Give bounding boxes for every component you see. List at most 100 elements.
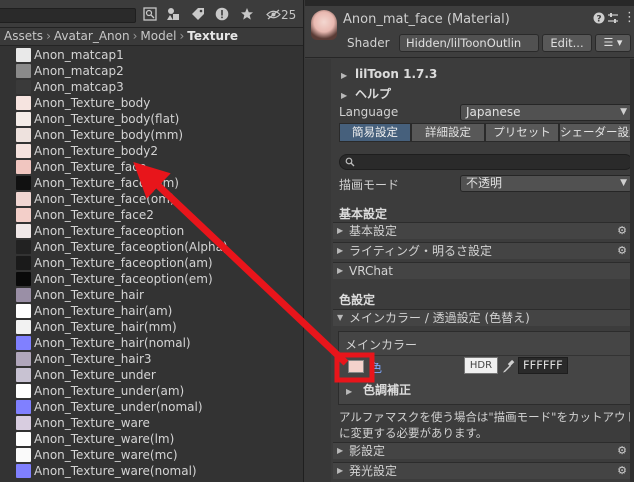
asset-row[interactable]: Anon_Texture_face(mm) xyxy=(0,175,303,191)
asset-row[interactable]: Anon_matcap1 xyxy=(0,47,303,63)
asset-name: Anon_Texture_under(nomal) xyxy=(34,400,203,414)
tab-detail-settings[interactable]: 詳細設定 xyxy=(411,123,485,142)
asset-row[interactable]: Anon_Texture_body(flat) xyxy=(0,111,303,127)
dropdown-arrow-icon: ▼ xyxy=(620,178,627,188)
fold-arrow-right-icon: ▶ xyxy=(337,226,344,235)
asset-row[interactable]: Anon_Texture_ware(mc) xyxy=(0,447,303,463)
main-texture-thumbnail[interactable] xyxy=(348,360,364,373)
hdr-color-swatch[interactable]: HDR xyxy=(464,357,498,374)
fold-main-color[interactable]: ▼ メインカラー / 透過設定 (色替え) xyxy=(333,309,633,326)
asset-name: Anon_Texture_hair xyxy=(34,288,144,302)
asset-row[interactable]: Anon_Texture_body2 xyxy=(0,143,303,159)
fold-shadow-settings[interactable]: ▶ 影設定 ⚙ xyxy=(333,442,633,459)
color-hex-input[interactable]: FFFFFF xyxy=(518,357,568,374)
favorite-star-icon[interactable] xyxy=(238,7,256,23)
search-by-type-icon[interactable] xyxy=(141,7,159,23)
asset-name: Anon_Texture_hair(mm) xyxy=(34,320,177,334)
texture-thumbnail-icon xyxy=(16,384,31,398)
asset-row[interactable]: Anon_Texture_face(om) xyxy=(0,191,303,207)
asset-row[interactable]: Anon_Texture_body(mm) xyxy=(0,127,303,143)
presets-icon[interactable] xyxy=(607,12,619,27)
color-label: 色 xyxy=(370,361,383,375)
filter-by-label-icon[interactable] xyxy=(189,7,207,23)
asset-row[interactable]: Anon_Texture_body xyxy=(0,95,303,111)
asset-row[interactable]: Anon_Texture_faceoption(em) xyxy=(0,271,303,287)
property-search-input[interactable] xyxy=(339,154,633,170)
asset-row[interactable]: Anon_Texture_faceoption xyxy=(0,223,303,239)
asset-row[interactable]: Anon_Texture_ware(nomal) xyxy=(0,463,303,479)
asset-row[interactable]: Anon_Texture_face xyxy=(0,159,303,175)
tab-shader-settings[interactable]: シェーダー設定 xyxy=(559,123,633,142)
shader-edit-button[interactable]: Edit... xyxy=(542,34,592,52)
texture-thumbnail-icon xyxy=(16,144,31,158)
asset-row[interactable]: Anon_Texture_hair(am) xyxy=(0,303,303,319)
breadcrumb-texture[interactable]: Texture xyxy=(187,29,238,43)
divider xyxy=(343,355,633,356)
asset-name: Anon_Texture_body(flat) xyxy=(34,112,180,126)
asset-row[interactable]: Anon_Texture_ware xyxy=(0,415,303,431)
asset-name: Anon_Texture_hair(am) xyxy=(34,304,173,318)
language-dropdown[interactable]: Japanese ▼ xyxy=(460,104,632,121)
asset-row[interactable]: Anon_Texture_hair(mm) xyxy=(0,319,303,335)
fold-vrchat[interactable]: ▶ VRChat xyxy=(333,262,633,279)
tab-simple-settings[interactable]: 簡易設定 xyxy=(339,123,411,142)
fold-tone-correction[interactable]: ▶ 色調補正 xyxy=(346,381,411,398)
eyedropper-icon[interactable] xyxy=(501,357,515,374)
asset-row[interactable]: Anon_Texture_faceoption(am) xyxy=(0,255,303,271)
search-icon xyxy=(345,157,355,167)
gear-icon[interactable]: ⚙ xyxy=(617,443,627,459)
fold-label: 基本設定 xyxy=(349,224,398,238)
warning-icon[interactable] xyxy=(213,7,231,23)
language-value: Japanese xyxy=(466,105,521,119)
asset-row[interactable]: Anon_Texture_face2 xyxy=(0,207,303,223)
shader-dropdown[interactable]: Hidden/lilToonOutlin xyxy=(399,34,539,52)
tab-presets[interactable]: プリセット xyxy=(485,123,559,142)
fold-lighting-settings[interactable]: ▶ ライティング・明るさ設定 ⚙ xyxy=(333,242,633,259)
asset-name: Anon_matcap3 xyxy=(34,80,124,94)
asset-row[interactable]: Anon_Texture_hair3 xyxy=(0,351,303,367)
help-label: ヘルプ xyxy=(354,87,391,101)
project-search-input[interactable] xyxy=(0,8,136,23)
gear-icon[interactable]: ⚙ xyxy=(617,243,627,259)
fold-basic-settings[interactable]: ▶ 基本設定 ⚙ xyxy=(333,222,633,239)
shader-menu-button[interactable]: ☰ ▾ xyxy=(595,34,631,52)
help-icon[interactable]: ? xyxy=(593,12,605,27)
texture-thumbnail-icon xyxy=(16,368,31,382)
asset-row[interactable]: Anon_matcap2 xyxy=(0,63,303,79)
render-mode-value: 不透明 xyxy=(466,176,503,190)
inspector-scrollbar[interactable] xyxy=(630,59,634,482)
asset-name: Anon_Texture_face2 xyxy=(34,208,154,222)
asset-row[interactable]: Anon_Texture_hair(nomal) xyxy=(0,335,303,351)
alpha-note-line2: に変更する必要があります。 xyxy=(339,426,488,440)
asset-row[interactable]: Anon_Texture_under xyxy=(0,367,303,383)
texture-thumbnail-icon xyxy=(16,192,31,206)
help-fold[interactable]: ▶ ヘルプ xyxy=(341,85,391,102)
texture-thumbnail-icon xyxy=(16,96,31,110)
asset-row[interactable]: Anon_Texture_faceoption(Alpha) xyxy=(0,239,303,255)
gear-icon[interactable]: ⚙ xyxy=(617,463,627,479)
asset-row[interactable]: Anon_Texture_hair xyxy=(0,287,303,303)
asset-row[interactable]: Anon_Texture_under(nomal) xyxy=(0,399,303,415)
gear-icon[interactable]: ⚙ xyxy=(617,223,627,239)
fold-emission-settings[interactable]: ▶ 発光設定 ⚙ xyxy=(333,462,633,479)
breadcrumb-model[interactable]: Model xyxy=(140,29,176,43)
more-options-icon[interactable]: ⋮ xyxy=(623,10,634,25)
filter-by-type-icon[interactable] xyxy=(164,7,182,23)
asset-name: Anon_Texture_ware(nomal) xyxy=(34,464,197,478)
material-title: Anon_mat_face (Material) xyxy=(343,12,510,27)
asset-name: Anon_Texture_body xyxy=(34,96,151,110)
asset-name: Anon_Texture_face(om) xyxy=(34,192,175,206)
asset-name: Anon_Texture_faceoption(Alpha) xyxy=(34,240,228,254)
fold-arrow-right-icon: ▶ xyxy=(337,246,344,255)
asset-name: Anon_Texture_under(am) xyxy=(34,384,185,398)
texture-thumbnail-icon xyxy=(16,304,31,318)
asset-row[interactable]: Anon_Texture_ware(lm) xyxy=(0,431,303,447)
render-mode-dropdown[interactable]: 不透明 ▼ xyxy=(460,175,632,192)
breadcrumb-assets[interactable]: Assets xyxy=(4,29,43,43)
asset-row[interactable]: Anon_matcap3 xyxy=(0,79,303,95)
texture-thumbnail-icon xyxy=(16,128,31,142)
breadcrumb-avatar-anon[interactable]: Avatar_Anon xyxy=(54,29,130,43)
asset-row[interactable]: Anon_Texture_under(am) xyxy=(0,383,303,399)
version-fold[interactable]: ▶ lilToon 1.7.3 xyxy=(341,67,437,81)
hidden-packages-count[interactable]: 25 xyxy=(266,7,302,23)
